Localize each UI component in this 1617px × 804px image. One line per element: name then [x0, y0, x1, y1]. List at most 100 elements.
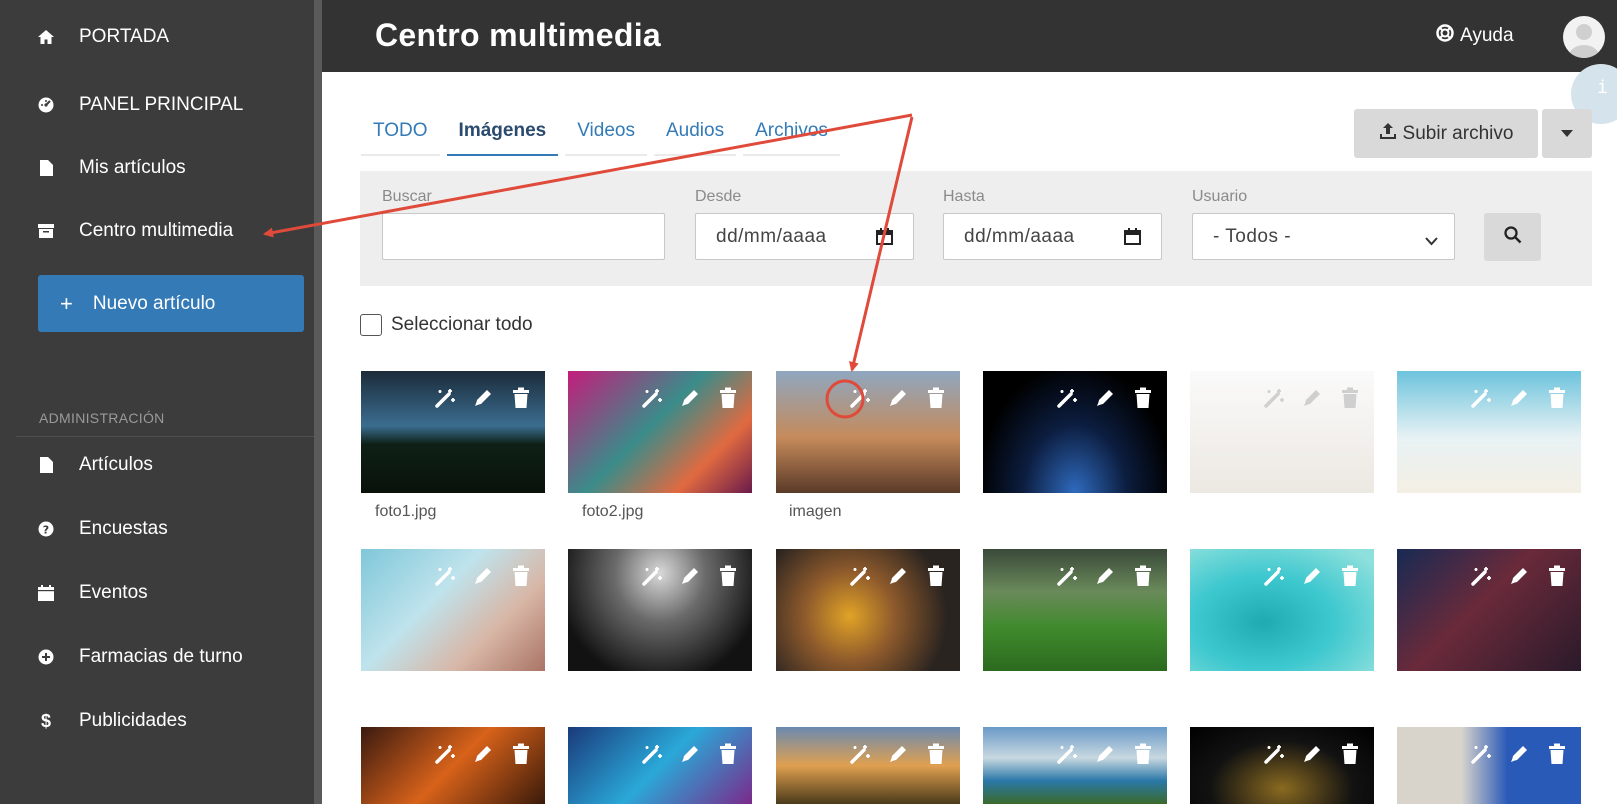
checkbox[interactable] [360, 314, 382, 336]
trash-icon[interactable] [509, 742, 533, 766]
avatar[interactable] [1563, 16, 1605, 58]
media-thumbnail[interactable] [1190, 371, 1374, 493]
sidebar-item-centro-multimedia[interactable]: Centro multimedia [0, 211, 314, 251]
media-thumbnail[interactable] [1397, 727, 1581, 804]
trash-icon[interactable] [716, 386, 740, 410]
sidebar-item-mis-articulos[interactable]: Mis artículos [0, 148, 314, 188]
tab-videos[interactable]: Videos [565, 108, 647, 156]
media-thumbnail[interactable] [1397, 371, 1581, 493]
trash-icon[interactable] [509, 564, 533, 588]
trash-icon[interactable] [1545, 742, 1569, 766]
trash-icon[interactable] [1131, 386, 1155, 410]
pencil-icon[interactable] [471, 742, 495, 766]
magic-wand-icon[interactable] [848, 742, 872, 766]
pencil-icon[interactable] [471, 386, 495, 410]
trash-icon[interactable] [924, 386, 948, 410]
magic-wand-icon[interactable] [1055, 742, 1079, 766]
tab-archivos[interactable]: Archivos [743, 108, 840, 156]
sidebar-item-panel-principal[interactable]: PANEL PRINCIPAL [0, 85, 314, 125]
media-thumbnail[interactable] [983, 371, 1167, 493]
calendar-icon[interactable] [1124, 228, 1141, 251]
trash-icon[interactable] [1545, 564, 1569, 588]
trash-icon[interactable] [1131, 564, 1155, 588]
pencil-icon[interactable] [886, 742, 910, 766]
magic-wand-icon[interactable] [433, 742, 457, 766]
pencil-icon[interactable] [1507, 742, 1531, 766]
magic-wand-icon[interactable] [640, 564, 664, 588]
magic-wand-icon[interactable] [1262, 742, 1286, 766]
trash-icon[interactable] [1338, 742, 1362, 766]
media-thumbnail[interactable] [568, 727, 752, 804]
tab-imagenes[interactable]: Imágenes [446, 108, 559, 156]
pencil-icon[interactable] [886, 564, 910, 588]
magic-wand-icon[interactable] [848, 564, 872, 588]
calendar-icon[interactable] [876, 228, 893, 251]
pencil-icon[interactable] [1300, 742, 1324, 766]
media-thumbnail[interactable] [1190, 727, 1374, 804]
trash-icon[interactable] [716, 564, 740, 588]
media-thumbnail[interactable] [1397, 549, 1581, 671]
new-article-button[interactable]: + Nuevo artículo [38, 275, 304, 332]
magic-wand-icon[interactable] [1469, 742, 1493, 766]
magic-wand-icon[interactable] [1055, 564, 1079, 588]
media-thumbnail[interactable] [776, 371, 960, 493]
pencil-icon[interactable] [1300, 564, 1324, 588]
media-thumbnail[interactable] [568, 371, 752, 493]
media-thumbnail[interactable] [776, 549, 960, 671]
trash-icon[interactable] [1338, 386, 1362, 410]
pencil-icon[interactable] [678, 564, 702, 588]
to-date-field[interactable]: dd/mm/aaaa [943, 213, 1162, 260]
sidebar-item-publicidades[interactable]: $ Publicidades [0, 701, 314, 741]
pencil-icon[interactable] [1507, 386, 1531, 410]
magic-wand-icon[interactable] [640, 386, 664, 410]
trash-icon[interactable] [924, 564, 948, 588]
pencil-icon[interactable] [678, 742, 702, 766]
media-thumbnail[interactable] [361, 727, 545, 804]
tab-audios[interactable]: Audios [653, 108, 737, 156]
trash-icon[interactable] [1338, 564, 1362, 588]
magic-wand-icon[interactable] [1469, 386, 1493, 410]
pencil-icon[interactable] [1507, 564, 1531, 588]
pencil-icon[interactable] [1300, 386, 1324, 410]
magic-wand-icon[interactable] [640, 742, 664, 766]
pencil-icon[interactable] [678, 386, 702, 410]
media-thumbnail[interactable] [1190, 549, 1374, 671]
media-thumbnail[interactable] [568, 549, 752, 671]
search-input[interactable] [382, 213, 665, 260]
pencil-icon[interactable] [886, 386, 910, 410]
upload-dropdown-button[interactable] [1542, 109, 1592, 158]
trash-icon[interactable] [1131, 742, 1155, 766]
upload-button[interactable]: Subir archivo [1354, 109, 1538, 158]
tab-todo[interactable]: TODO [361, 108, 440, 156]
media-thumbnail[interactable] [983, 727, 1167, 804]
pencil-icon[interactable] [1093, 386, 1117, 410]
sidebar-item-eventos[interactable]: Eventos [0, 573, 314, 613]
media-thumbnail[interactable] [983, 549, 1167, 671]
trash-icon[interactable] [924, 742, 948, 766]
magic-wand-icon[interactable] [433, 564, 457, 588]
media-thumbnail[interactable] [361, 371, 545, 493]
help-link[interactable]: Ayuda [1436, 24, 1514, 48]
media-thumbnail[interactable] [776, 727, 960, 804]
media-thumbnail[interactable] [361, 549, 545, 671]
trash-icon[interactable] [716, 742, 740, 766]
magic-wand-icon[interactable] [1469, 564, 1493, 588]
magic-wand-icon[interactable] [1262, 564, 1286, 588]
sidebar-item-encuestas[interactable]: ? Encuestas [0, 509, 314, 549]
magic-wand-icon[interactable] [848, 386, 872, 410]
sidebar-item-articulos[interactable]: Artículos [0, 445, 314, 485]
from-date-field[interactable]: dd/mm/aaaa [695, 213, 914, 260]
trash-icon[interactable] [1545, 386, 1569, 410]
search-button[interactable] [1484, 213, 1541, 261]
user-select[interactable]: - Todos - [1192, 213, 1455, 260]
magic-wand-icon[interactable] [1262, 386, 1286, 410]
sidebar-item-farmacias[interactable]: Farmacias de turno [0, 637, 314, 677]
select-all-checkbox[interactable]: Seleccionar todo [360, 314, 533, 336]
pencil-icon[interactable] [471, 564, 495, 588]
sidebar-item-portada[interactable]: PORTADA [0, 17, 314, 57]
pencil-icon[interactable] [1093, 564, 1117, 588]
trash-icon[interactable] [509, 386, 533, 410]
magic-wand-icon[interactable] [1055, 386, 1079, 410]
pencil-icon[interactable] [1093, 742, 1117, 766]
magic-wand-icon[interactable] [433, 386, 457, 410]
